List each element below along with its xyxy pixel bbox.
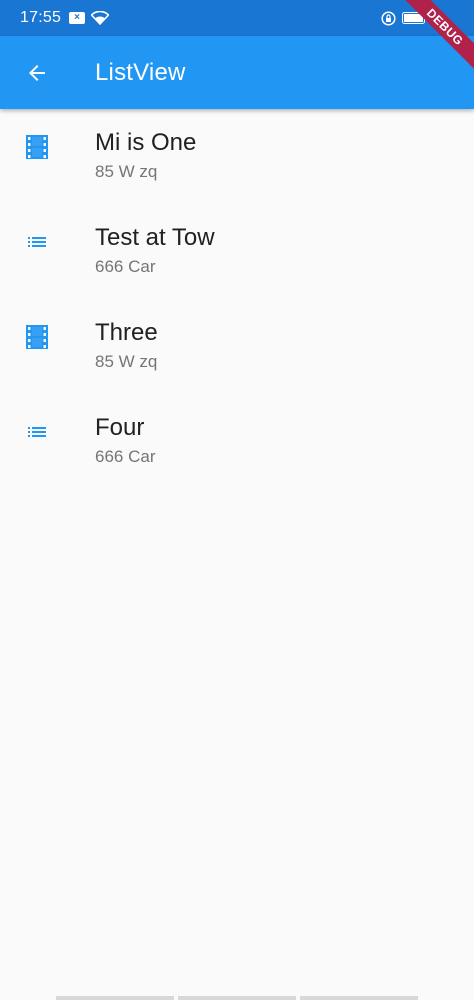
list-item-title: Four (95, 414, 145, 441)
app-bar: ListView (0, 36, 474, 109)
list-item-title: Three (95, 319, 158, 346)
status-right-icons (381, 10, 428, 26)
list-item-texts: Three 85 W zq (95, 319, 158, 373)
lock-rotation-icon (381, 10, 396, 26)
screen: 17:55 × ListView DEBUG Mi is One 85 W zq… (0, 0, 474, 1000)
list-item-subtitle: 666 Car (95, 257, 156, 276)
status-left-icons: × (69, 11, 110, 25)
status-bar: 17:55 × (0, 0, 474, 36)
list-item-leading (0, 414, 74, 444)
back-button[interactable] (0, 36, 74, 109)
app-title: ListView (95, 58, 186, 86)
list-item[interactable]: Three 85 W zq (0, 299, 474, 394)
list-item-texts: Test at Tow 666 Car (95, 224, 215, 278)
list-item-subtitle: 666 Car (95, 447, 156, 466)
gesture-segment (56, 996, 174, 1000)
arrow-back-icon (29, 64, 45, 81)
list-icon (28, 427, 46, 437)
list-item-title: Test at Tow (95, 224, 215, 251)
list-item-leading (0, 319, 74, 349)
bottom-gesture-bar (56, 996, 418, 1000)
list-item-texts: Mi is One 85 W zq (95, 129, 196, 183)
list-item-texts: Four 666 Car (95, 414, 155, 468)
battery-icon (402, 12, 427, 24)
list-item-subtitle: 85 W zq (95, 352, 158, 371)
list-item-subtitle: 85 W zq (95, 162, 158, 181)
list-item-leading (0, 129, 74, 159)
gesture-segment (178, 996, 296, 1000)
notification-x-icon: × (69, 12, 86, 24)
movie-icon (26, 135, 48, 159)
gesture-segment (300, 996, 418, 1000)
list-item[interactable]: Four 666 Car (0, 394, 474, 489)
list-item-leading (0, 224, 74, 254)
list-view: Mi is One 85 W zq Test at Tow 666 Car Th… (0, 109, 474, 489)
movie-icon (26, 325, 48, 349)
list-item-title: Mi is One (95, 129, 197, 156)
status-time: 17:55 (20, 9, 62, 26)
wifi-icon (91, 11, 110, 25)
list-item[interactable]: Test at Tow 666 Car (0, 204, 474, 299)
list-icon (28, 237, 46, 247)
list-item[interactable]: Mi is One 85 W zq (0, 109, 474, 204)
